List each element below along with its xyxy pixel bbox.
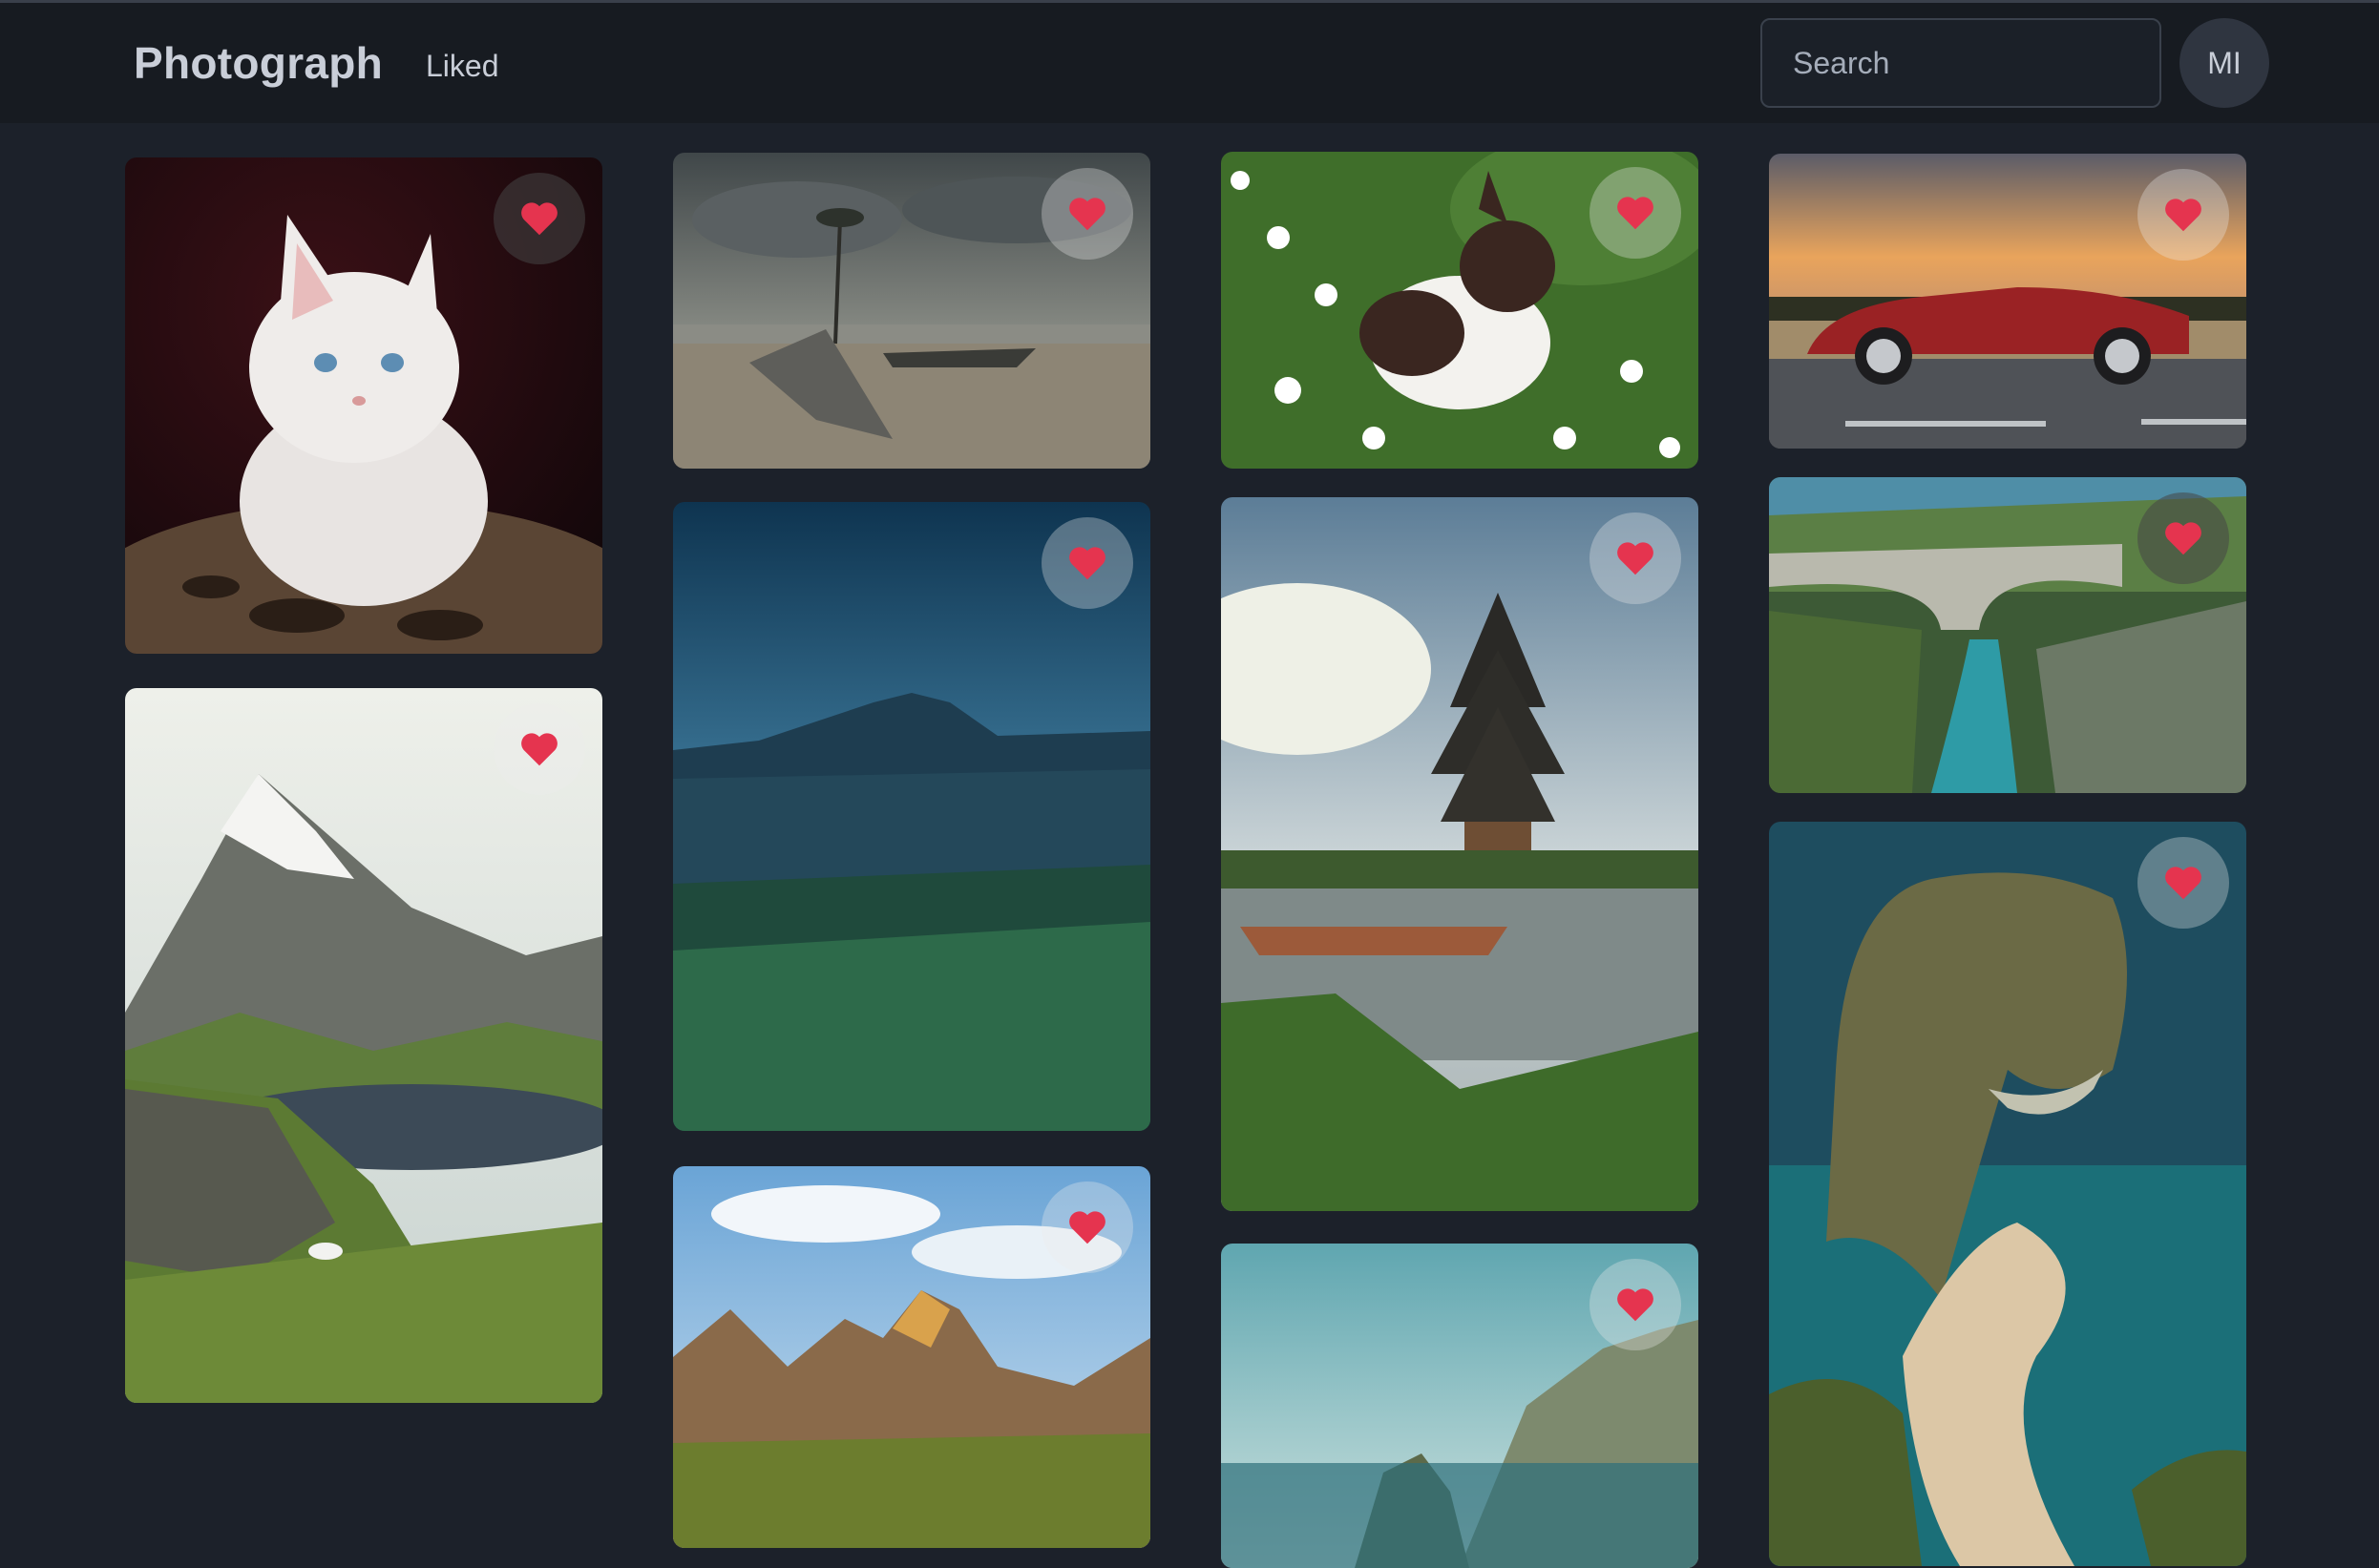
heart-icon bbox=[1069, 1211, 1105, 1244]
heart-icon bbox=[2165, 199, 2201, 232]
like-button[interactable] bbox=[1042, 517, 1133, 609]
like-button[interactable] bbox=[1590, 1259, 1681, 1350]
search-input[interactable] bbox=[1760, 18, 2161, 108]
heart-icon bbox=[521, 202, 558, 236]
like-button[interactable] bbox=[1042, 168, 1133, 260]
like-button[interactable] bbox=[1590, 512, 1681, 604]
nav-link-liked[interactable]: Liked bbox=[426, 49, 499, 84]
photo-card-red-car[interactable] bbox=[1769, 154, 2246, 449]
navbar: Photograph Liked MI bbox=[0, 3, 2379, 123]
photo-card-mountain-lake[interactable] bbox=[125, 688, 602, 1403]
photo-card-night-volcano[interactable] bbox=[673, 502, 1150, 1131]
like-button[interactable] bbox=[1042, 1181, 1133, 1273]
photo-card-kitten[interactable] bbox=[125, 157, 602, 654]
lake-temple-photo bbox=[1221, 497, 1698, 1211]
brand-logo[interactable]: Photograph bbox=[134, 37, 383, 89]
heart-icon bbox=[1617, 1288, 1653, 1322]
photo-card-canyon[interactable] bbox=[673, 1166, 1150, 1548]
mountain-lake-photo bbox=[125, 688, 602, 1403]
heart-icon bbox=[1617, 542, 1653, 575]
heart-icon bbox=[1069, 198, 1105, 231]
sea-rock-photo bbox=[1769, 822, 2246, 1566]
like-button[interactable] bbox=[494, 703, 585, 795]
heart-icon bbox=[2165, 522, 2201, 555]
heart-icon bbox=[521, 733, 558, 766]
like-button[interactable] bbox=[2137, 169, 2229, 261]
like-button[interactable] bbox=[1590, 167, 1681, 259]
photo-card-stone-bridge[interactable] bbox=[1769, 477, 2246, 793]
like-button[interactable] bbox=[494, 173, 585, 264]
photo-card-sea-rock[interactable] bbox=[1769, 822, 2246, 1566]
like-button[interactable] bbox=[2137, 492, 2229, 584]
like-button[interactable] bbox=[2137, 837, 2229, 929]
heart-icon bbox=[1069, 547, 1105, 580]
avatar[interactable]: MI bbox=[2179, 18, 2269, 108]
photo-card-coastal-cliffs[interactable] bbox=[1221, 1244, 1698, 1568]
heart-icon bbox=[1617, 197, 1653, 230]
photo-card-rabbit[interactable] bbox=[1221, 152, 1698, 469]
photo-card-lake-temple[interactable] bbox=[1221, 497, 1698, 1211]
heart-icon bbox=[2165, 867, 2201, 900]
photo-card-beach-boat[interactable] bbox=[673, 153, 1150, 469]
